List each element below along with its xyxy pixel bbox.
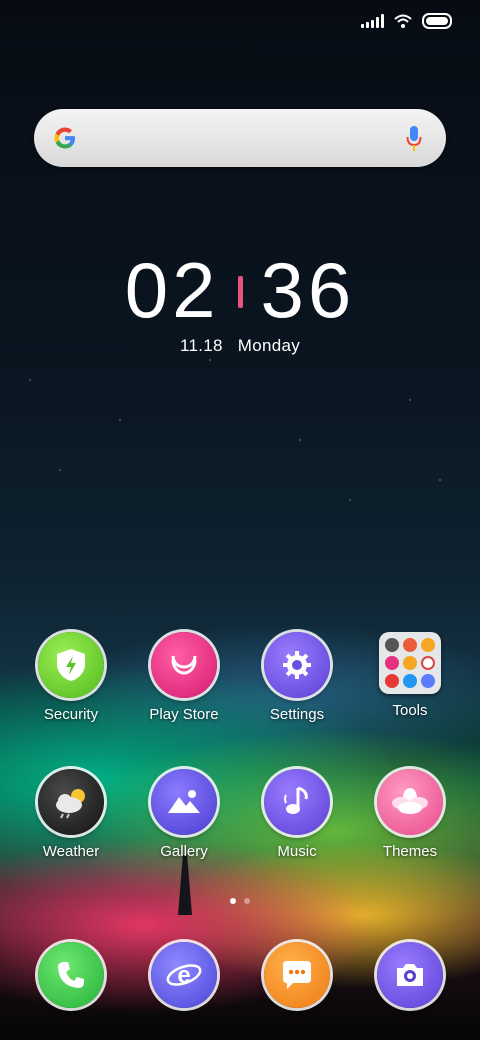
app-label: Weather: [42, 843, 100, 860]
clock-widget[interactable]: 02 36 11.18 Monday: [0, 250, 480, 356]
app-weather[interactable]: Weather: [14, 769, 128, 860]
dock-messages[interactable]: [240, 942, 354, 1008]
app-settings[interactable]: Settings: [240, 632, 354, 723]
dock-camera[interactable]: [353, 942, 467, 1008]
app-play-store[interactable]: Play Store: [127, 632, 241, 723]
app-gallery[interactable]: Gallery: [127, 769, 241, 860]
microphone-icon[interactable]: [406, 125, 422, 153]
weekday-text: Monday: [237, 336, 301, 355]
page-dot-1[interactable]: [230, 898, 236, 904]
date-text: 11.18: [179, 336, 223, 355]
clock-date: 11.18 Monday: [0, 336, 480, 356]
shield-bolt-icon: [38, 632, 104, 698]
clock-hours: 02: [124, 246, 220, 334]
cloud-sun-icon: [38, 769, 104, 835]
dock-phone[interactable]: [14, 942, 128, 1008]
camera-icon: [377, 942, 443, 1008]
google-g-icon: [54, 127, 75, 149]
signal-icon: [361, 14, 384, 28]
wallpaper-lighthouse: [178, 855, 192, 915]
dock-browser[interactable]: e: [127, 942, 241, 1008]
app-label: Themes: [382, 843, 438, 860]
mountain-icon: [151, 769, 217, 835]
wifi-icon: [394, 14, 412, 28]
app-security[interactable]: Security: [14, 632, 128, 723]
status-bar: [0, 0, 480, 44]
gear-icon: [264, 632, 330, 698]
app-label: Security: [43, 706, 99, 723]
phone-icon: [38, 942, 104, 1008]
app-label: Play Store: [149, 706, 219, 723]
play-store-icon: [151, 632, 217, 698]
app-label: Settings: [269, 706, 325, 723]
clock-minutes: 36: [260, 246, 356, 334]
page-dot-2[interactable]: [244, 898, 250, 904]
browser-e-icon: e: [151, 942, 217, 1008]
app-themes[interactable]: Themes: [353, 769, 467, 860]
folder-icon: [379, 632, 441, 694]
app-label: Music: [277, 843, 317, 860]
clock-separator: [237, 276, 243, 308]
music-note-icon: [264, 769, 330, 835]
folder-tools[interactable]: Tools: [353, 632, 467, 719]
google-search-bar[interactable]: [34, 109, 446, 167]
clock-time: 02 36: [125, 250, 356, 330]
app-music[interactable]: Music: [240, 769, 354, 860]
battery-icon: [422, 13, 452, 29]
page-indicator: [0, 898, 480, 904]
svg-text:e: e: [177, 962, 190, 989]
app-label: Gallery: [160, 843, 208, 860]
flower-icon: [377, 769, 443, 835]
folder-label: Tools: [392, 702, 428, 719]
chat-bubble-icon: [264, 942, 330, 1008]
